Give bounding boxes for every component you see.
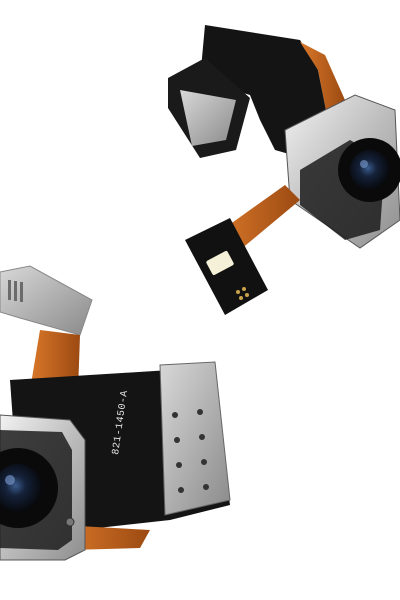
- lens-highlight: [360, 160, 368, 168]
- top-connector: [0, 265, 93, 336]
- camera-module-upper: [168, 25, 400, 315]
- lens-highlight-lower: [5, 475, 15, 485]
- connector-pins: [8, 280, 23, 302]
- product-photo: 821-1450-A: [0, 0, 400, 600]
- camera-lens-glass: [350, 150, 390, 190]
- camera-module-lower: 821-1450-A: [0, 265, 231, 561]
- screw-icon: [65, 517, 75, 527]
- photo-canvas: 821-1450-A: [0, 25, 400, 561]
- stiffener-plate: [159, 361, 231, 516]
